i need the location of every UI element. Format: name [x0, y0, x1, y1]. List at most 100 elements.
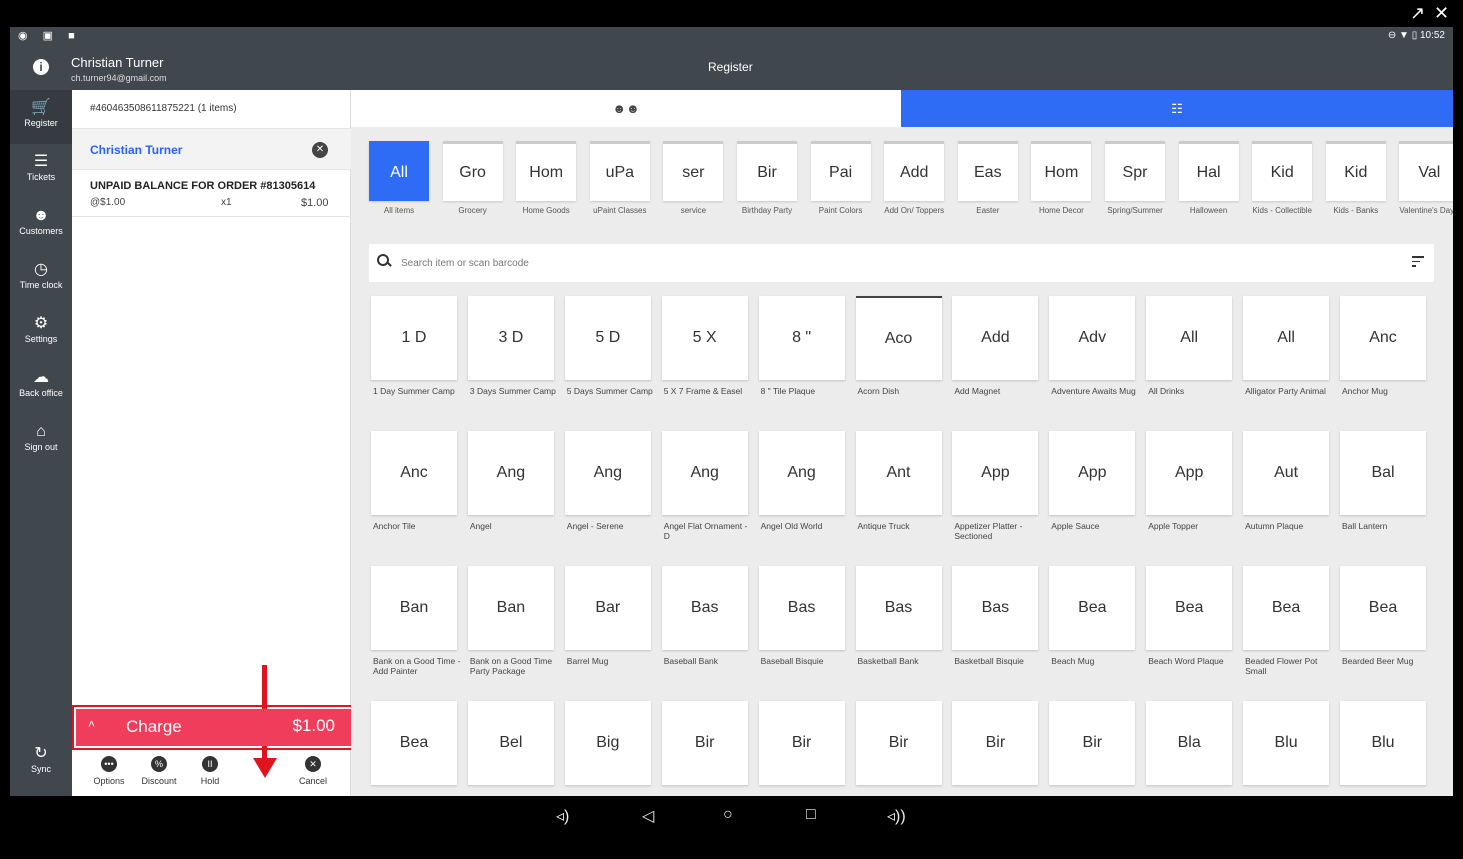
- item-tile[interactable]: Bir: [661, 701, 748, 791]
- order-number: #460463508611875221 (1 items): [90, 103, 237, 114]
- item-tile[interactable]: Bas Basketball Bisquie: [952, 566, 1039, 666]
- item-tile[interactable]: Bea Beaded Flower Pot Small: [1243, 566, 1330, 676]
- category-tile[interactable]: Kid Kids - Collectible: [1252, 141, 1313, 216]
- customer-row[interactable]: Christian Turner ✕: [72, 128, 351, 170]
- sidebar-item-register[interactable]: 🛒 Register: [10, 90, 72, 144]
- item-tile[interactable]: Bir: [952, 701, 1039, 791]
- item-label: Angel - Serene: [566, 521, 624, 531]
- info-icon[interactable]: i: [33, 59, 49, 75]
- category-tile[interactable]: Hom Home Decor: [1031, 141, 1092, 216]
- tab-customers[interactable]: ☻☻: [351, 90, 901, 127]
- item-tile[interactable]: Bas Basketball Bank: [855, 566, 942, 666]
- item-tile[interactable]: All All Drinks: [1146, 296, 1233, 396]
- item-tile[interactable]: Adv Adventure Awaits Mug: [1049, 296, 1136, 396]
- volume-down-icon[interactable]: ◃): [556, 806, 569, 826]
- item-tile[interactable]: Add Add Magnet: [952, 296, 1039, 396]
- item-tile[interactable]: Anc Anchor Mug: [1340, 296, 1426, 396]
- item-tile[interactable]: Ant Antique Truck: [855, 431, 942, 531]
- item-tile[interactable]: Aco Acorn Dish: [855, 296, 942, 396]
- item-tile[interactable]: App Appetizer Platter - Sectioned: [952, 431, 1039, 541]
- chevron-up-icon[interactable]: ˄: [88, 717, 95, 731]
- item-tile[interactable]: Bir: [1049, 701, 1136, 791]
- category-bar: All All items Gro Grocery Hom Home Goods uPa uP…: [351, 127, 1453, 233]
- category-tile[interactable]: ser service: [663, 141, 724, 216]
- category-tile[interactable]: Hom Home Goods: [516, 141, 577, 216]
- hold-button[interactable]: II Hold: [180, 756, 240, 786]
- category-tile[interactable]: Eas Easter: [957, 141, 1018, 216]
- sidebar-item-customers[interactable]: ☻ Customers: [10, 198, 72, 252]
- category-label: Home Goods: [522, 206, 570, 215]
- item-tile[interactable]: Big: [564, 701, 651, 791]
- item-tile[interactable]: Ang Angel Flat Ornament - D: [661, 431, 748, 541]
- item-tile[interactable]: Bea Beach Word Plaque: [1146, 566, 1233, 666]
- category-tile[interactable]: uPa uPaint Classes: [589, 141, 650, 216]
- search-input[interactable]: [401, 254, 1301, 272]
- sidebar-item-settings[interactable]: ⚙ Settings: [10, 306, 72, 360]
- category-tile[interactable]: Spr Spring/Summer: [1105, 141, 1165, 216]
- charge-button[interactable]: ˄ Charge $1.00: [76, 709, 351, 746]
- item-tile[interactable]: Ban Bank on a Good Time Party Package: [467, 566, 554, 676]
- order-actions: ••• Options % Discount II Hold ✕ Cancel: [72, 756, 351, 796]
- lock-icon: ⌂: [36, 423, 46, 440]
- item-tile[interactable]: Bas Baseball Bank: [661, 566, 748, 666]
- item-tile[interactable]: Aut Autumn Plaque: [1243, 431, 1330, 531]
- item-tile[interactable]: Bal Ball Lantern: [1340, 431, 1426, 531]
- back-icon[interactable]: ◁: [642, 806, 654, 826]
- customers-icon: ☻: [32, 207, 50, 224]
- item-tile[interactable]: All Alligator Party Animal: [1243, 296, 1330, 396]
- volume-up-icon[interactable]: ◃)): [887, 806, 906, 826]
- item-tile[interactable]: Blu: [1243, 701, 1330, 791]
- item-tile[interactable]: Bea Bearded Beer Mug: [1340, 566, 1426, 666]
- item-tile[interactable]: Bel: [467, 701, 554, 791]
- home-icon[interactable]: ○: [723, 806, 733, 824]
- external-link-icon[interactable]: ↗: [1410, 4, 1425, 22]
- item-tile[interactable]: Bea Beach Mug: [1049, 566, 1136, 666]
- sort-icon[interactable]: [1412, 256, 1424, 270]
- item-tile[interactable]: Bea: [371, 701, 457, 791]
- item-tile[interactable]: Ang Angel Old World: [758, 431, 845, 531]
- sidebar-item-time-clock[interactable]: ◷ Time clock: [10, 252, 72, 306]
- category-tile[interactable]: Pai Paint Colors: [810, 141, 871, 216]
- item-tile[interactable]: Bir: [758, 701, 845, 791]
- item-tile[interactable]: 3 D 3 Days Summer Camp: [467, 296, 556, 396]
- item-tile[interactable]: Bla: [1146, 701, 1233, 791]
- item-tile[interactable]: App Apple Sauce: [1049, 431, 1136, 531]
- remove-customer-icon[interactable]: ✕: [312, 142, 328, 158]
- item-tile[interactable]: Ang Angel - Serene: [564, 431, 651, 531]
- item-tile[interactable]: Ban Bank on a Good Time - Add Painter: [371, 566, 460, 676]
- category-label: service: [680, 206, 707, 215]
- cancel-button[interactable]: ✕ Cancel: [283, 756, 343, 786]
- item-tile[interactable]: Anc Anchor Tile: [371, 431, 457, 531]
- close-icon[interactable]: ✕: [1434, 4, 1449, 22]
- category-tile[interactable]: Kid Kids - Banks: [1325, 141, 1386, 216]
- item-tile-abbrev: Anc: [371, 431, 457, 515]
- sidebar-item-label: Tickets: [26, 172, 56, 182]
- category-tile[interactable]: All All items: [369, 141, 429, 216]
- item-tile[interactable]: Bas Baseball Bisquie: [758, 566, 845, 666]
- item-tile[interactable]: Bir: [855, 701, 942, 791]
- item-tile[interactable]: Bar Barrel Mug: [564, 566, 651, 666]
- tab-item-grid[interactable]: ☷: [901, 90, 1453, 127]
- sidebar-item-back-office[interactable]: ☁ Back office: [10, 360, 72, 414]
- item-tile[interactable]: 5 D 5 Days Summer Camp: [564, 296, 653, 396]
- sidebar-item-sign-out[interactable]: ⌂ Sign out: [10, 414, 72, 468]
- item-tile[interactable]: 1 D 1 Day Summer Camp: [371, 296, 457, 396]
- item-tile[interactable]: 5 X 5 X 7 Frame & Easel: [661, 296, 748, 396]
- category-tile[interactable]: Hal Halloween: [1178, 141, 1239, 216]
- recents-icon[interactable]: □: [806, 806, 816, 824]
- sidebar-item-tickets[interactable]: ☰ Tickets: [10, 144, 72, 198]
- category-tile[interactable]: Val Valentine's Day: [1399, 141, 1453, 216]
- item-tile[interactable]: App Apple Topper: [1146, 431, 1233, 531]
- category-tile[interactable]: Bir Birthday Party: [737, 141, 797, 216]
- sync-button[interactable]: ↻ Sync: [10, 738, 72, 792]
- item-tile[interactable]: Blu: [1340, 701, 1426, 791]
- line-item-title[interactable]: UNPAID BALANCE FOR ORDER #81305614: [90, 180, 315, 192]
- item-tile[interactable]: 8 " 8 " Tile Plaque: [758, 296, 845, 396]
- category-tile[interactable]: Gro Grocery: [442, 141, 503, 216]
- item-tile-abbrev: Bel: [467, 701, 554, 785]
- item-tile-abbrev: Anc: [1340, 296, 1426, 380]
- customer-name[interactable]: Christian Turner: [90, 143, 182, 157]
- category-tile[interactable]: Add Add On/ Toppers: [884, 141, 945, 216]
- item-tile[interactable]: Ang Angel: [467, 431, 554, 531]
- view-tabs: ☻☻ ☷: [351, 90, 1453, 127]
